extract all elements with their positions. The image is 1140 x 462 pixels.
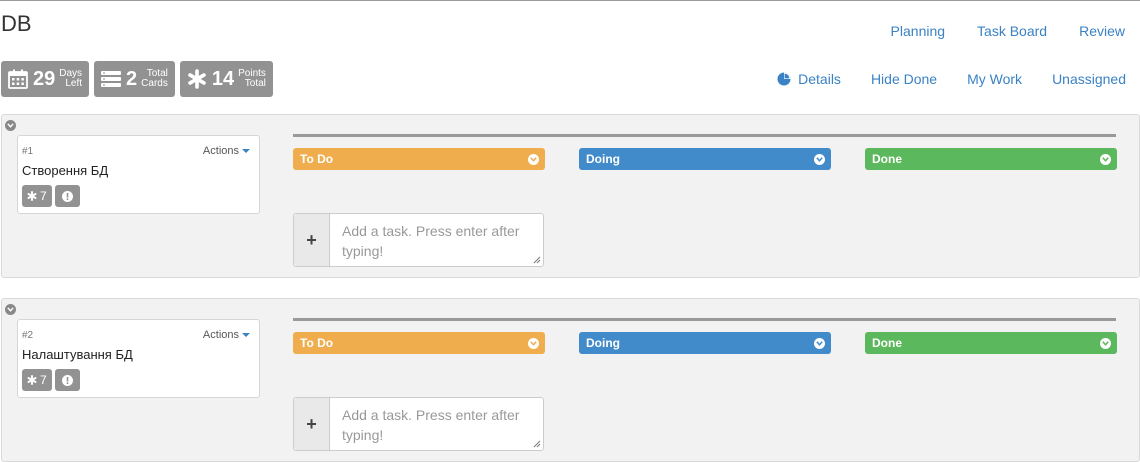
add-task-group: + [293, 213, 544, 267]
caret-down-icon [242, 149, 250, 153]
lane-todo[interactable]: To Do [293, 332, 545, 354]
hide-done-link[interactable]: Hide Done [871, 71, 937, 87]
actions-label: Actions [202, 329, 239, 341]
asterisk-icon [27, 375, 37, 385]
actions-label: Actions [202, 145, 239, 157]
details-link[interactable]: Details [777, 71, 841, 87]
stat-points-label-bottom: Total [244, 78, 266, 89]
stat-points-total: 14 Points Total [179, 61, 273, 97]
points-value: 7 [40, 373, 47, 387]
story-number: #1 [22, 146, 34, 157]
lane-doing[interactable]: Doing [579, 332, 831, 354]
points-badge[interactable]: 7 [22, 369, 52, 391]
board-filters: Details Hide Done My Work Unassigned [747, 71, 1126, 87]
lane-doing[interactable]: Doing [579, 148, 831, 170]
collapse-chevron-icon[interactable] [5, 120, 16, 131]
asterisk-icon [27, 191, 37, 201]
iteration-stats: 29 Days Left 2 Total Cards 14 Points Total [1, 61, 273, 97]
asterisk-icon [187, 69, 207, 89]
caret-down-icon [242, 333, 250, 337]
stat-cards-label-bottom: Cards [141, 78, 168, 89]
add-task-input[interactable] [330, 398, 543, 450]
stat-days-value: 29 [33, 68, 56, 90]
chevron-down-icon [528, 153, 539, 165]
stat-cards-value: 2 [126, 68, 138, 90]
calendar-icon [8, 69, 28, 89]
lane-done[interactable]: Done [865, 148, 1117, 170]
lane-todo-label: To Do [300, 336, 334, 350]
stat-days-left: 29 Days Left [1, 61, 90, 97]
points-badge[interactable]: 7 [22, 185, 52, 207]
story-row: #1 Actions Створення БД 7 To Do Doing Do… [1, 114, 1140, 278]
lane-divider [293, 318, 1116, 321]
stat-days-label-bottom: Left [65, 78, 83, 89]
chevron-down-icon [814, 337, 825, 349]
exclamation-icon [61, 190, 73, 202]
chevron-down-icon [814, 153, 825, 165]
resize-handle-icon[interactable] [533, 440, 541, 448]
story-row: #2 Actions Налаштування БД 7 To Do Doing… [1, 298, 1140, 462]
add-task-button[interactable]: + [294, 214, 330, 266]
actions-dropdown[interactable]: Actions [203, 145, 250, 157]
points-value: 7 [40, 189, 47, 203]
story-name: Створення БД [22, 163, 109, 178]
chevron-down-icon [528, 337, 539, 349]
add-task-input[interactable] [330, 214, 543, 266]
stat-total-cards: 2 Total Cards [94, 61, 175, 97]
unassigned-link[interactable]: Unassigned [1052, 71, 1126, 87]
top-divider [0, 0, 1140, 1]
lane-done-label: Done [872, 336, 902, 350]
resize-handle-icon[interactable] [533, 256, 541, 264]
pie-chart-icon [777, 72, 791, 86]
exclamation-icon [61, 374, 73, 386]
lane-done-label: Done [872, 152, 902, 166]
page-title: DB [1, 11, 32, 36]
lane-divider [293, 134, 1116, 137]
chevron-down-icon [1100, 337, 1111, 349]
story-card[interactable]: #1 Actions Створення БД 7 [17, 135, 260, 214]
nav-planning[interactable]: Planning [891, 23, 946, 39]
actions-dropdown[interactable]: Actions [203, 329, 250, 341]
nav-review[interactable]: Review [1079, 23, 1125, 39]
lane-done[interactable]: Done [865, 332, 1117, 354]
story-number: #2 [22, 330, 34, 341]
story-card[interactable]: #2 Actions Налаштування БД 7 [17, 319, 260, 398]
lane-doing-label: Doing [586, 152, 620, 166]
lane-todo-label: To Do [300, 152, 334, 166]
alert-badge[interactable] [54, 185, 80, 207]
alert-badge[interactable] [54, 369, 80, 391]
nav-task-board[interactable]: Task Board [977, 23, 1047, 39]
lane-doing-label: Doing [586, 336, 620, 350]
details-label: Details [798, 71, 841, 87]
story-name: Налаштування БД [22, 347, 133, 362]
collapse-chevron-icon[interactable] [5, 304, 16, 315]
add-task-group: + [293, 397, 544, 451]
cards-icon [101, 69, 122, 89]
top-nav: Planning Task Board Review [859, 23, 1125, 39]
chevron-down-icon [1100, 153, 1111, 165]
stat-points-value: 14 [211, 68, 235, 90]
my-work-link[interactable]: My Work [967, 71, 1022, 87]
add-task-button[interactable]: + [294, 398, 330, 450]
lane-todo[interactable]: To Do [293, 148, 545, 170]
